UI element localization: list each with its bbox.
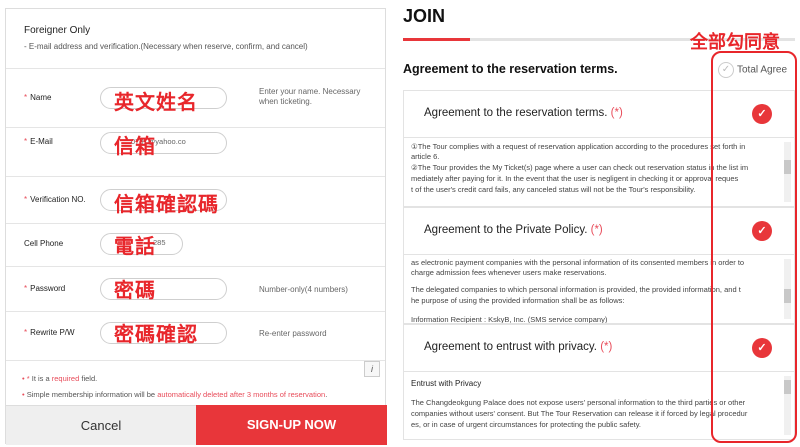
signup-header: Foreigner Only - E-mail address and veri… [6,9,385,69]
name-annotation: 英文姓名 [114,90,198,114]
verification-row: * Verification NO. 信箱確認碼 [6,177,385,224]
notes: • * It is a required field. • Simple mem… [6,361,385,408]
email-annotation: 信箱 [114,134,156,158]
name-row: * Name Enter your name. Necessary when ti… [6,69,385,128]
name-hint: Enter your name. Necessary when ticketin… [259,87,361,106]
entrust-privacy-title: Agreement to entrust with privacy. (*) [424,341,613,353]
password-label: * Password [24,284,66,293]
signup-panel: Foreigner Only - E-mail address and veri… [5,8,387,445]
signup-header-title: Foreigner Only [24,25,91,36]
rewrite-password-annotation: 密碼確認 [114,322,198,346]
email-label: * E-Mail [24,137,53,146]
email-row: * E-Mail 0701@yahoo.co 信箱 [6,128,385,177]
signup-button[interactable]: SIGN-UP NOW [196,405,387,445]
rewrite-password-hint: Re-enter password [259,329,327,338]
phone-annotation: 電話 [114,234,156,258]
signup-header-subtitle: - E-mail address and verification.(Neces… [24,42,308,51]
verification-label: * Verification NO. [24,195,86,204]
info-icon[interactable]: i [364,361,380,377]
agreement-heading: Agreement to the reservation terms. [403,62,618,76]
password-annotation: 密碼 [114,278,156,302]
deletion-note: • Simple membership information will be … [22,390,328,399]
cancel-button[interactable]: Cancel [6,405,196,445]
verification-annotation: 信箱確認碼 [114,192,219,216]
password-row: * Password Number-only(4 numbers) 密碼 [6,267,385,312]
terms-title: Agreement to the reservation terms. (*) [424,107,623,119]
privacy-policy-title: Agreement to the Private Policy. (*) [424,224,603,236]
join-title: JOIN [403,6,446,26]
phone-label: Cell Phone [24,239,64,248]
join-progress-fill [403,38,470,41]
phone-row: Cell Phone 285 電話 [6,224,385,267]
rewrite-password-label: * Rewrite P/W [24,328,75,337]
password-hint: Number-only(4 numbers) [259,285,348,294]
required-note: • * It is a required field. [22,374,98,383]
annotation-highlight-box [711,51,797,443]
name-label: * Name [24,93,52,102]
rewrite-password-row: * Rewrite P/W Re-enter password 密碼確認 [6,312,385,361]
